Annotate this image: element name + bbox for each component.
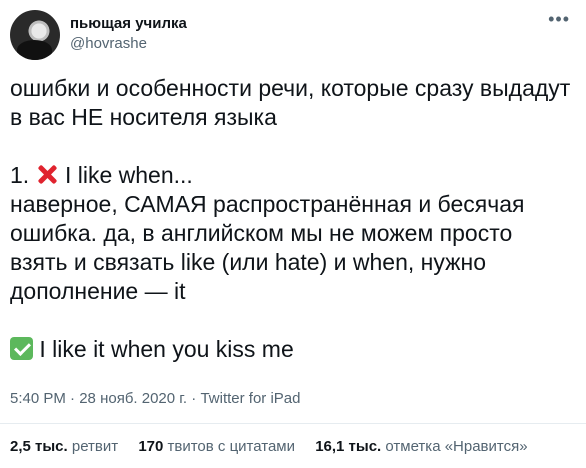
tweet-text: ошибки и особенности речи, которые сразу… <box>10 74 576 364</box>
likes-stat[interactable]: 16,1 тыс. отметка «Нравится» <box>315 437 527 457</box>
tweet-paragraph-intro: ошибки и особенности речи, которые сразу… <box>10 75 577 130</box>
meta-separator: · <box>191 390 197 407</box>
item-number: 1. <box>10 162 30 188</box>
username-handle[interactable]: @hovrashe <box>70 34 187 54</box>
retweets-label: ретвит <box>71 438 119 455</box>
tweet-metadata: 5:40 PM · 28 нояб. 2020 г. · Twitter for… <box>10 389 300 409</box>
tweet-source[interactable]: Twitter for iPad <box>200 390 300 407</box>
green-check-mark-icon <box>10 337 33 360</box>
display-name[interactable]: пьющая училка <box>70 14 187 34</box>
quote-tweets-stat[interactable]: 170 твитов с цитатами <box>138 437 295 457</box>
divider <box>0 423 586 424</box>
item-title: I like when... <box>64 162 193 188</box>
quotes-label: твитов с цитатами <box>167 438 296 455</box>
tweet-date[interactable]: 28 нояб. 2020 г. <box>79 390 187 407</box>
tweet-stats: 2,5 тыс. ретвит 170 твитов с цитатами 16… <box>10 437 544 457</box>
item-explanation: наверное, САМАЯ распространённая и бесяч… <box>10 191 531 304</box>
likes-count: 16,1 тыс. <box>315 438 382 455</box>
red-cross-mark-icon <box>36 163 59 186</box>
author-names: пьющая училка @hovrashe <box>70 14 187 54</box>
correct-example: I like it when you kiss me <box>39 336 294 362</box>
quotes-count: 170 <box>138 438 164 455</box>
retweets-count: 2,5 тыс. <box>10 438 68 455</box>
more-options-icon[interactable]: ••• <box>548 10 570 28</box>
tweet-header: пьющая училка @hovrashe ••• <box>10 10 576 66</box>
likes-label: отметка «Нравится» <box>385 438 528 455</box>
retweets-stat[interactable]: 2,5 тыс. ретвит <box>10 437 118 457</box>
tweet-time[interactable]: 5:40 PM <box>10 390 66 407</box>
avatar[interactable] <box>10 10 60 60</box>
meta-separator: · <box>70 390 76 407</box>
